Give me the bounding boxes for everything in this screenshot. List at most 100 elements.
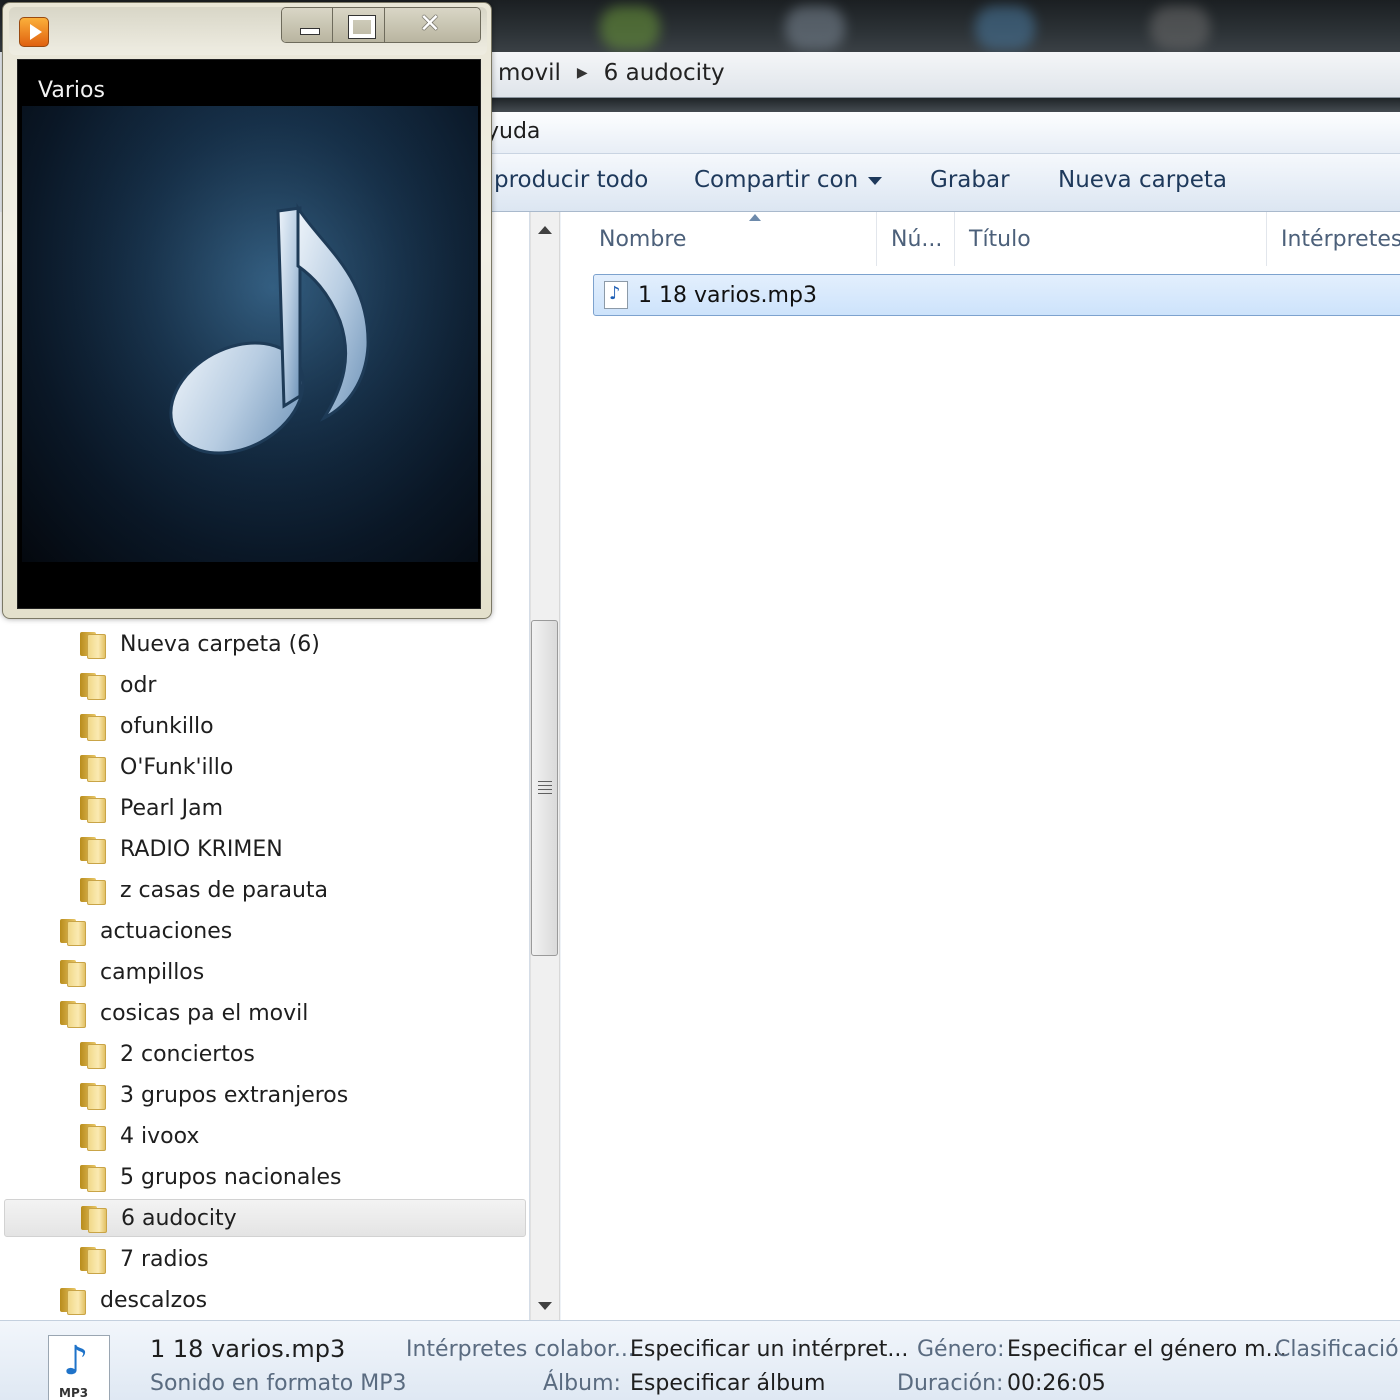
nav-folder-item[interactable]: 5 grupos nacionales [78, 1158, 341, 1196]
details-pane: ♪ MP3 1 18 varios.mp3 Sonido en formato … [0, 1320, 1400, 1400]
maximize-icon[interactable] [333, 8, 385, 42]
menu-item-help[interactable]: yuda [486, 119, 540, 144]
nav-folder-item[interactable]: cosicas pa el movil [58, 994, 308, 1032]
music-note-icon [22, 106, 478, 562]
media-player-app-icon[interactable] [19, 17, 49, 47]
folder-icon [78, 753, 108, 782]
nav-folder-item[interactable]: 7 radios [78, 1240, 209, 1278]
nav-folder-label: 6 audocity [121, 1205, 237, 1231]
share-with-button[interactable]: Compartir con [694, 167, 883, 193]
mp3-file-icon: ♪ MP3 [48, 1335, 110, 1400]
folder-icon [78, 876, 108, 905]
nav-folder-label: 4 ivoox [120, 1123, 200, 1149]
nav-folder-label: RADIO KRIMEN [120, 836, 283, 862]
scroll-down-icon[interactable] [538, 1302, 552, 1310]
nav-folder-item[interactable]: 2 conciertos [78, 1035, 255, 1073]
breadcrumb-item[interactable]: 6 audocity [604, 60, 725, 86]
column-header-name[interactable]: Nombre [585, 212, 877, 266]
chevron-down-icon [868, 176, 883, 185]
folder-icon [78, 1081, 108, 1110]
nav-folder-label: actuaciones [100, 918, 233, 944]
nav-folder-item[interactable]: Pearl Jam [78, 789, 223, 827]
nav-folder-label: 2 conciertos [120, 1041, 255, 1067]
now-playing-view[interactable]: Varios [17, 59, 481, 609]
nav-folder-item[interactable]: z casas de parauta [78, 871, 328, 909]
column-header-artists[interactable]: Intérpretes c [1267, 212, 1400, 266]
window-caption-buttons [281, 7, 481, 43]
nav-folder-item[interactable]: O'Funk'illo [78, 748, 233, 786]
nav-folder-label: ofunkillo [120, 713, 214, 739]
folder-icon [78, 1122, 108, 1151]
folder-icon [78, 1040, 108, 1069]
share-with-label: Compartir con [694, 167, 859, 193]
file-row[interactable]: ♪ 1 18 varios.mp3 [593, 274, 1400, 316]
nav-folder-label: Nueva carpeta (6) [120, 631, 320, 657]
details-label-album: Álbum: [543, 1371, 621, 1396]
folder-icon [78, 835, 108, 864]
folder-icon [78, 1245, 108, 1274]
details-value-genre[interactable]: Especificar el género m... [1007, 1337, 1287, 1362]
column-header-label: Nombre [599, 226, 687, 252]
folder-icon [58, 999, 88, 1028]
taskbar-app-icon [600, 6, 660, 50]
details-label-artists: Intérpretes colabor... [406, 1337, 635, 1362]
folder-icon [78, 630, 108, 659]
details-value-album[interactable]: Especificar álbum [630, 1371, 825, 1396]
nav-folder-item[interactable]: actuaciones [58, 912, 232, 950]
column-header-label: Nú... [891, 226, 943, 252]
address-bar-shadow [480, 98, 1400, 112]
sort-ascending-icon [749, 214, 761, 221]
details-label-genre: Género: [917, 1337, 1005, 1362]
nav-folder-label: O'Funk'illo [120, 754, 234, 780]
play-all-button[interactable]: producir todo [494, 167, 648, 193]
nav-folder-item[interactable]: descalzos [58, 1281, 207, 1319]
scroll-thumb[interactable] [531, 620, 558, 956]
close-icon[interactable] [384, 8, 480, 42]
column-header-title[interactable]: Título [955, 212, 1267, 266]
command-toolbar: producir todo Compartir con Grabar Nueva… [480, 154, 1400, 212]
scroll-up-icon[interactable] [538, 226, 552, 234]
folder-icon [58, 917, 88, 946]
nav-folder-item[interactable]: RADIO KRIMEN [78, 830, 283, 868]
taskbar-app-icon [975, 6, 1035, 50]
nav-folder-label: descalzos [100, 1287, 208, 1313]
nav-folder-label: campillos [100, 959, 205, 985]
burn-button[interactable]: Grabar [930, 167, 1010, 193]
details-label-duration: Duración: [897, 1371, 1004, 1396]
navigation-scrollbar[interactable] [530, 212, 560, 1320]
nav-folder-label: 5 grupos nacionales [120, 1164, 342, 1190]
nav-folder-item[interactable]: 6 audocity [4, 1199, 526, 1237]
nav-folder-item[interactable]: 4 ivoox [78, 1117, 199, 1155]
album-art [22, 106, 478, 562]
nav-folder-item[interactable]: Nueva carpeta (6) [78, 625, 320, 663]
column-header-label: Título [969, 226, 1031, 252]
column-header-number[interactable]: Nú... [877, 212, 955, 266]
column-header-label: Intérpretes c [1281, 226, 1400, 252]
nav-folder-label: 7 radios [120, 1246, 209, 1272]
nav-folder-label: Pearl Jam [120, 795, 224, 821]
address-bar[interactable]: movil ▶ 6 audocity [480, 52, 1400, 98]
file-type-tag: MP3 [59, 1386, 89, 1400]
minimize-icon[interactable] [282, 8, 334, 42]
folder-icon [79, 1204, 109, 1233]
music-note-icon: ♪ [63, 1338, 89, 1384]
folder-icon [58, 1286, 88, 1315]
details-value-artists[interactable]: Especificar un intérpret... [630, 1337, 908, 1362]
nav-folder-label: cosicas pa el movil [100, 1000, 309, 1026]
nav-folder-item[interactable]: odr [78, 666, 156, 704]
nav-folder-item[interactable]: ofunkillo [78, 707, 214, 745]
nav-folder-item[interactable]: campillos [58, 953, 204, 991]
folder-icon [78, 671, 108, 700]
breadcrumb: movil ▶ 6 audocity [498, 60, 725, 86]
media-player-window[interactable]: Varios [2, 2, 492, 619]
breadcrumb-item[interactable]: movil [498, 60, 561, 86]
taskbar-app-icon [785, 6, 845, 50]
new-folder-button[interactable]: Nueva carpeta [1058, 167, 1227, 193]
details-file-name: 1 18 varios.mp3 [150, 1335, 346, 1363]
nav-folder-label: odr [120, 672, 157, 698]
player-controls-area[interactable] [18, 562, 480, 608]
file-list-pane: Nombre Nú... Título Intérpretes c ♪ 1 18… [561, 212, 1400, 1320]
chevron-right-icon[interactable]: ▶ [577, 65, 588, 81]
nav-folder-item[interactable]: 3 grupos extranjeros [78, 1076, 348, 1114]
taskbar-app-icon [1150, 6, 1210, 50]
